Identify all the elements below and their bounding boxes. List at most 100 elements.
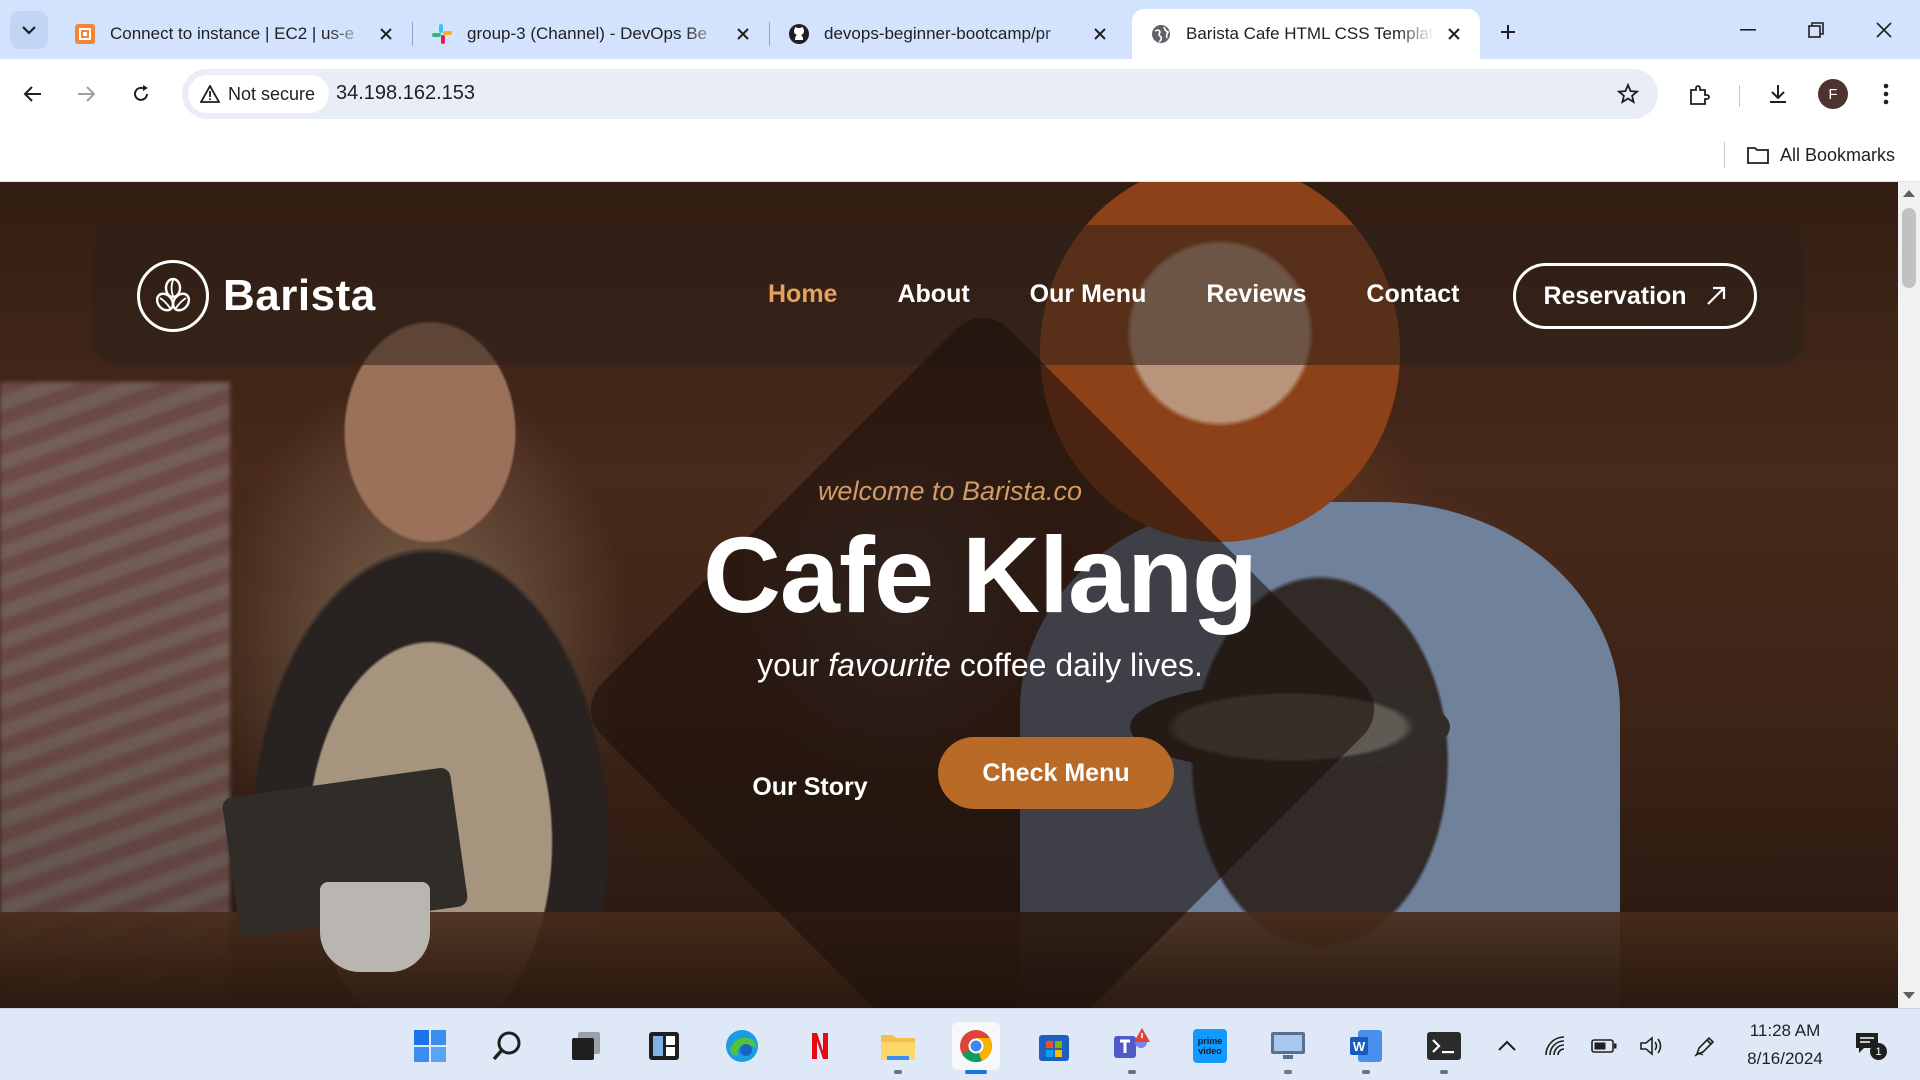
browser-toolbar: Not secure 34.198.162.153 F	[0, 59, 1920, 130]
minimize-button[interactable]	[1714, 0, 1782, 59]
clock-date: 8/16/2024	[1747, 1049, 1823, 1068]
downloads-button[interactable]	[1759, 75, 1797, 113]
scroll-thumb[interactable]	[1902, 208, 1916, 288]
widgets-icon[interactable]	[640, 1022, 688, 1070]
bookmarks-divider	[1724, 142, 1725, 168]
running-indicator	[1284, 1070, 1292, 1074]
bookmarks-bar: All Bookmarks	[0, 130, 1920, 182]
running-indicator	[894, 1070, 902, 1074]
our-story-button[interactable]: Our Story	[735, 762, 885, 812]
volume-icon[interactable]	[1637, 1031, 1667, 1061]
tab-search-button[interactable]	[10, 11, 48, 49]
arrow-left-icon	[23, 86, 41, 102]
toolbar-divider	[1739, 85, 1740, 107]
scroll-up-icon[interactable]	[1903, 190, 1915, 197]
running-indicator	[1128, 1070, 1136, 1074]
chevron-up-icon[interactable]	[1492, 1031, 1522, 1061]
forward-button[interactable]	[66, 74, 106, 114]
system-clock[interactable]: 11:28 AM 8/16/2024	[1735, 1017, 1835, 1073]
download-icon	[1770, 85, 1786, 103]
tab-barista-active[interactable]: Barista Cafe HTML CSS Templat	[1132, 9, 1480, 59]
all-bookmarks-label: All Bookmarks	[1780, 144, 1896, 165]
restore-icon	[1808, 21, 1824, 38]
tab-title: devops-beginner-bootcamp/pr	[824, 24, 1051, 43]
page-viewport: Barista Home About Our Menu Reviews Cont…	[0, 182, 1898, 1008]
notification-center-button[interactable]: 1	[1854, 1031, 1888, 1061]
tab-title: Barista Cafe HTML CSS Templat	[1186, 24, 1434, 43]
hero-subtitle-start: your	[757, 647, 820, 683]
plus-icon	[1501, 25, 1515, 39]
warning-icon	[200, 85, 220, 103]
minimize-icon	[1740, 28, 1756, 31]
bookmark-star-button[interactable]	[1612, 78, 1644, 110]
chrome-icon[interactable]	[952, 1022, 1000, 1074]
nav-link-reviews[interactable]: Reviews	[1206, 280, 1306, 309]
reservation-button[interactable]: Reservation	[1513, 263, 1757, 329]
site-brand[interactable]: Barista	[137, 260, 376, 332]
nav-link-about[interactable]: About	[897, 280, 969, 309]
running-indicator	[1362, 1070, 1370, 1074]
notification-count-badge: 1	[1870, 1043, 1887, 1060]
chevron-down-icon	[22, 26, 36, 35]
microsoft-store-icon[interactable]	[1030, 1022, 1078, 1070]
tab-github[interactable]: devops-beginner-bootcamp/pr	[770, 9, 1126, 59]
security-chip[interactable]: Not secure	[188, 75, 330, 113]
reload-icon	[134, 85, 148, 101]
nav-link-contact[interactable]: Contact	[1366, 280, 1459, 309]
task-view-icon[interactable]	[562, 1022, 610, 1070]
running-indicator	[965, 1070, 987, 1074]
edge-icon[interactable]	[718, 1022, 766, 1070]
close-tab-icon[interactable]	[731, 22, 755, 46]
back-button[interactable]	[13, 74, 53, 114]
nav-link-home[interactable]: Home	[768, 280, 837, 309]
remote-desktop-icon[interactable]	[1264, 1022, 1312, 1074]
hero-subtitle-end: coffee daily lives.	[959, 647, 1203, 683]
nav-link-our-menu[interactable]: Our Menu	[1030, 280, 1147, 309]
pen-icon[interactable]	[1690, 1031, 1720, 1061]
file-explorer-icon[interactable]	[874, 1022, 922, 1074]
page-scrollbar[interactable]	[1898, 182, 1920, 1008]
slack-icon	[431, 23, 453, 45]
address-bar[interactable]: Not secure 34.198.162.153	[182, 69, 1658, 119]
github-icon	[788, 23, 810, 45]
battery-icon[interactable]	[1589, 1031, 1619, 1061]
tab-ec2[interactable]: Connect to instance | EC2 | us-e	[56, 9, 412, 59]
svg-text:prime: prime	[1198, 1036, 1223, 1046]
windows-start-icon[interactable]	[406, 1022, 454, 1070]
aws-ec2-icon	[74, 23, 96, 45]
scroll-down-icon[interactable]	[1903, 992, 1915, 999]
tab-title: group-3 (Channel) - DevOps Be	[467, 24, 708, 43]
terminal-icon[interactable]	[1420, 1022, 1468, 1074]
globe-icon	[1150, 23, 1172, 45]
close-tab-icon[interactable]	[1442, 22, 1466, 46]
security-label: Not secure	[228, 83, 316, 104]
check-menu-button[interactable]: Check Menu	[938, 737, 1174, 809]
wifi-icon[interactable]	[1541, 1031, 1571, 1061]
hero-subtitle-emphasis: favourite	[828, 647, 951, 683]
profile-avatar[interactable]: F	[1818, 79, 1848, 109]
tab-slack[interactable]: group-3 (Channel) - DevOps Be	[413, 9, 769, 59]
reload-button[interactable]	[121, 74, 161, 114]
word-icon[interactable]: W	[1342, 1022, 1390, 1074]
browser-menu-button[interactable]	[1867, 75, 1905, 113]
teams-icon[interactable]	[1108, 1022, 1156, 1074]
svg-text:W: W	[1353, 1039, 1366, 1054]
search-icon[interactable]	[484, 1022, 532, 1070]
clock-time: 11:28 AM	[1749, 1021, 1821, 1040]
restore-button[interactable]	[1782, 0, 1850, 59]
new-tab-button[interactable]	[1490, 14, 1526, 50]
hero-title: Cafe Klang	[702, 514, 1258, 635]
close-window-button[interactable]	[1850, 0, 1918, 59]
prime-video-icon[interactable]: prime video	[1186, 1022, 1234, 1070]
netflix-icon[interactable]	[796, 1022, 844, 1070]
close-tab-icon[interactable]	[374, 22, 398, 46]
puzzle-icon	[1690, 85, 1710, 105]
folder-icon	[1747, 147, 1769, 164]
extensions-button[interactable]	[1680, 75, 1718, 113]
close-icon	[1876, 21, 1892, 38]
all-bookmarks-button[interactable]: All Bookmarks	[1746, 140, 1895, 170]
site-nav-links: Home About Our Menu Reviews Contact	[768, 280, 1519, 309]
svg-text:video: video	[1198, 1046, 1222, 1056]
url-text[interactable]: 34.198.162.153	[336, 82, 475, 105]
close-tab-icon[interactable]	[1088, 22, 1112, 46]
